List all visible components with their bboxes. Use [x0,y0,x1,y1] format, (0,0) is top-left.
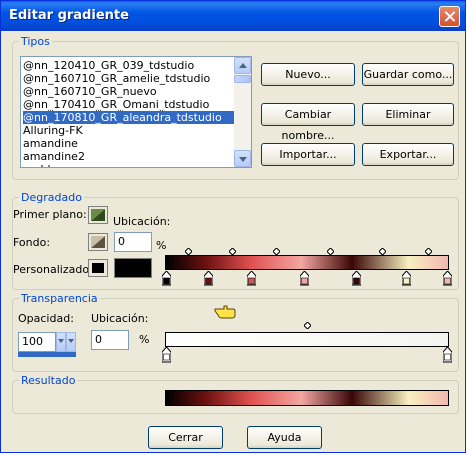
list-item[interactable]: @nn_170410_GR_Omani_tdstudio [23,98,235,111]
exportar-button[interactable]: Exportar... [362,143,454,166]
cambiar-nombre-button[interactable]: Cambiar nombre... [261,103,355,142]
list-item[interactable]: ambly [23,163,235,167]
custom-swatch-button[interactable] [88,259,108,277]
gradient-list[interactable]: @nn_120410_GR_039_tdstudio @nn_160710_GR… [20,56,252,168]
transparencia-legend: Transparencia [19,292,100,305]
list-scrollbar[interactable] [234,57,251,167]
foreground-gradient-icon [91,209,105,221]
color-stop-icon[interactable] [300,271,309,286]
list-item[interactable]: amandine2 [23,150,235,163]
midpoint-diamond-icon[interactable] [184,245,193,256]
title-bar[interactable]: Editar gradiente [1,1,465,31]
chevron-down-icon [239,157,247,162]
ubicacion-label: Ubicación: [113,215,171,228]
degradado-legend: Degradado [19,191,84,204]
opacidad-input[interactable]: 100 [18,332,56,352]
pointing-hand-cursor-icon [214,305,236,319]
color-stop-icon[interactable] [204,271,213,286]
transparency-bar[interactable] [165,332,449,347]
list-item-selected[interactable]: @nn_170810_GR_aleandra_tdstudio [22,110,236,125]
personalizado-label: Personalizado: [13,263,93,276]
scroll-up-button[interactable] [234,57,251,74]
chevron-up-icon [239,63,247,68]
midpoint-diamond-icon[interactable] [272,245,281,256]
window-title: Editar gradiente [9,8,129,23]
transparencia-ubicacion-label: Ubicación: [91,312,149,325]
transparencia-percent-label: % [139,333,150,346]
opacidad-spin-button[interactable] [56,332,66,352]
opacidad-label: Opacidad: [18,312,74,325]
custom-color-chip [92,263,104,273]
color-stop-icon[interactable] [352,271,361,286]
fondo-label: Fondo: [13,236,51,249]
opacidad-spin-toggle[interactable] [66,332,76,352]
primer-plano-label: Primer plano: [13,208,87,221]
background-gradient-icon [91,236,105,248]
ayuda-button[interactable]: Ayuda [247,426,322,449]
editar-gradiente-dialog: Editar gradiente Tipos @nn_120410_GR_039… [0,0,466,453]
midpoint-diamond-icon[interactable] [228,245,237,256]
color-stop-icon[interactable] [162,271,171,286]
midpoint-diamond-icon[interactable] [304,322,311,329]
gradient-color-bar[interactable] [165,255,449,270]
scroll-thumb[interactable] [234,75,251,83]
guardar-como-button[interactable]: Guardar como... [362,63,454,86]
result-gradient-bar [165,390,449,406]
background-swatch-button[interactable] [88,233,108,251]
midpoint-diamond-icon[interactable] [378,245,387,256]
color-stop-icon[interactable] [443,271,452,286]
tipos-legend: Tipos [19,35,52,48]
percent-label: % [156,239,167,252]
close-button[interactable] [439,6,460,27]
midpoint-diamond-icon[interactable] [326,245,335,256]
list-item[interactable]: Alluring-FK [23,124,235,137]
scroll-down-button[interactable] [234,150,251,167]
opacity-stop-icon[interactable] [162,347,171,363]
foreground-swatch-button[interactable] [88,206,108,224]
list-item[interactable]: @nn_160710_GR_nuevo [23,85,235,98]
opacity-stop-icon[interactable] [443,347,452,363]
color-stop-icon[interactable] [247,271,256,286]
eliminar-button[interactable]: Eliminar [362,103,454,126]
list-item[interactable]: @nn_160710_GR_amelie_tdstudio [23,72,235,85]
resultado-legend: Resultado [19,374,78,387]
importar-button[interactable]: Importar... [261,143,355,166]
transparencia-ubicacion-input[interactable]: 0 [91,330,129,350]
nuevo-button[interactable]: Nuevo... [261,63,355,86]
list-item[interactable]: @nn_120410_GR_039_tdstudio [23,59,235,72]
degradado-ubicacion-input[interactable]: 0 [114,232,152,252]
chevron-down-icon [68,339,74,343]
midpoint-diamond-icon[interactable] [424,245,433,256]
cerrar-button[interactable]: Cerrar [148,426,223,449]
opacidad-slider-track[interactable] [18,352,76,357]
list-item[interactable]: amandine [23,137,235,150]
chevron-down-icon [58,339,64,343]
color-stop-icon[interactable] [402,271,411,286]
custom-color-preview[interactable] [114,258,152,278]
